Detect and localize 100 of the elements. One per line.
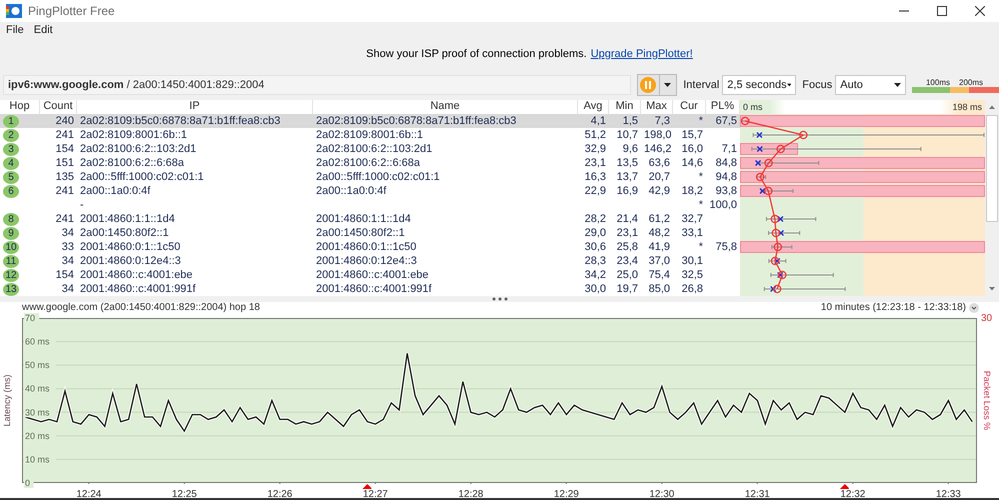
focus-label: Focus <box>802 79 832 91</box>
table-cell-text: 241 <box>54 128 75 142</box>
table-cell-text: 18,2 <box>680 184 704 198</box>
table-cell-text: 23,1 <box>616 226 639 240</box>
hop-badge: 6 <box>3 184 19 198</box>
hop-badge: 11 <box>3 254 19 268</box>
axis-label: 30 <box>981 313 992 324</box>
axis-tick-label: 12:25 <box>172 489 197 498</box>
table-cell-text: 23,4 <box>616 254 639 268</box>
focus-dropdown[interactable]: Auto <box>835 75 906 95</box>
hop-badge: 3 <box>3 142 19 156</box>
average-marker <box>764 158 773 168</box>
table-row[interactable]: 9 34 2a00:1450:80f2::1 2a00:1450:80f2::1 29,0 23,1 48,2 33,1 <box>0 226 985 240</box>
current-marker <box>777 272 784 278</box>
table-cell-text: 2a02:8109:b5c0:6878:8a71:b1ff:fea8:cb3 <box>315 114 518 128</box>
table-cell-text: 2001:4860:0:12e4::3 <box>79 254 182 268</box>
average-marker <box>764 186 773 196</box>
table-cell-text: 151 <box>54 156 75 170</box>
table-cell-text: 154 <box>54 268 75 282</box>
table-row[interactable]: 3 154 2a02:8100:6:2::103:2d1 2a02:8100:6:2::103:2d1 32,9 9,6 146,2 16,0 7,1 <box>0 142 985 156</box>
table-cell-text: 2a00::5fff:1000:c02:c01:1 <box>79 170 205 184</box>
table-row[interactable]: 10 33 2001:4860:0:1::1c50 2001:4860:0:1::1c50 30,6 25,8 41,9 * 75,8 <box>0 240 985 254</box>
table-row[interactable]: - * 100,0 <box>0 198 985 212</box>
hop-badge: 2 <box>3 128 19 142</box>
table-cell-text: 13,5 <box>616 156 639 170</box>
table-cell-text: 2a00::5fff:1000:c02:c01:1 <box>315 170 441 184</box>
time-range-label: 10 minutes (12:23:18 - 12:33:18) <box>820 302 966 313</box>
table-cell-text: 75,4 <box>648 268 671 282</box>
axis-label: 30 ms <box>25 407 50 418</box>
table-cell-text: 2a02:8100:6:2::103:2d1 <box>79 142 198 156</box>
axis-tick-label: 12:28 <box>458 489 484 498</box>
table-cell-text: 13,7 <box>616 170 639 184</box>
axis-title: Latency (ms) <box>2 374 12 426</box>
average-marker <box>770 214 780 224</box>
hop-badge: 13 <box>3 282 19 296</box>
table-cell-text: 241 <box>54 184 75 198</box>
table-row[interactable]: 2 241 2a02:8109:8001:6b::1 2a02:8109:8001:6b::1 51,2 10,7 198,0 15,7 <box>0 128 985 142</box>
axis-label: 198 ms <box>952 101 982 114</box>
axis-label: 10 ms <box>25 454 50 464</box>
maximize-icon <box>937 6 947 16</box>
legend-label: 200ms <box>959 78 984 86</box>
table-cell-text: 146,2 <box>643 142 673 156</box>
table-cell-text: 94,8 <box>714 170 738 184</box>
interval-dropdown[interactable]: 2,5 seconds <box>722 75 796 95</box>
table-cell-text: 2a02:8100:6:2::6:68a <box>79 156 185 170</box>
table-cell-text: 23,1 <box>584 156 607 170</box>
table-cell-text: 29,0 <box>584 226 607 240</box>
table-row[interactable]: 11 34 2001:4860:0:12e4::3 2001:4860:0:12e4::3 28,3 23,4 37,0 30,1 <box>0 254 985 268</box>
dropdown-button[interactable] <box>660 74 678 96</box>
current-marker <box>778 230 784 236</box>
table-row[interactable]: 13 34 2001:4860::c:4001:991f 2001:4860::c:4001:991f 30,0 19,7 85,0 26,8 <box>0 282 985 296</box>
table-cell-text: 25,0 <box>616 268 639 282</box>
latency-range-whisker <box>760 188 794 194</box>
legend-label: 100ms <box>924 78 950 86</box>
average-marker <box>776 144 785 154</box>
average-marker <box>799 130 808 140</box>
table-cell-text: 2a02:8109:b5c0:6878:8a71:b1ff:fea8:cb3 <box>79 114 282 128</box>
table-cell-text: 21,4 <box>616 212 639 226</box>
hop-badge: 5 <box>3 170 19 184</box>
current-marker <box>756 146 763 152</box>
table-cell-text: 85,0 <box>648 282 671 296</box>
table-row[interactable]: 4 151 2a02:8100:6:2::6:68a 2a02:8100:6:2::6:68a 23,1 13,5 63,6 14,6 84,8 <box>0 156 985 170</box>
table-cell-text: 198,0 <box>643 128 673 142</box>
table-cell-text: 41,9 <box>648 240 671 254</box>
current-marker <box>754 160 762 166</box>
splitter-grip-icon[interactable] <box>492 297 508 301</box>
table-row[interactable]: 6 241 2a00::1a0:0:4f 2a00::1a0:0:4f 22,9 16,9 42,9 18,2 93,8 <box>0 184 985 198</box>
close-icon <box>975 6 985 16</box>
table-cell-text: 7,3 <box>654 114 671 128</box>
table-cell-text: 15,7 <box>680 128 704 142</box>
table-cell-text: 67,5 <box>714 114 738 128</box>
table-row[interactable]: 8 241 2001:4860:1:1::1d4 2001:4860:1:1::1d4 28,2 21,4 61,2 32,7 <box>0 212 985 226</box>
app-logo-icon <box>6 4 22 18</box>
average-marker <box>774 242 782 252</box>
table-cell-text: 34 <box>60 226 75 240</box>
table-cell-text: 33 <box>60 240 75 254</box>
table-cell-text: 51,2 <box>584 128 607 142</box>
pause-icon <box>640 77 656 93</box>
menu-item[interactable]: Edit <box>30 24 57 36</box>
target-field[interactable]: ipv6:www.google.com / 2a00:1450:4001:829::2004 <box>3 75 631 95</box>
table-cell-text: 135 <box>54 170 75 184</box>
axis-tick-label: 12:31 <box>744 489 770 498</box>
table-row[interactable]: 12 154 2001:4860::c:4001:ebe 2001:4860::c:4001:ebe 34,2 25,0 75,4 32,5 <box>0 268 985 282</box>
hop-badge: 1 <box>3 114 19 128</box>
axis-label: 60 ms <box>25 336 50 347</box>
table-cell-text: 32,5 <box>680 268 704 282</box>
upgrade-link[interactable]: Upgrade PingPlotter! <box>590 48 693 60</box>
axis-label: 70 <box>25 313 36 323</box>
table-cell-text: 22,9 <box>584 184 607 198</box>
table-cell-text: 2a00::1a0:0:4f <box>315 184 388 198</box>
table-row[interactable]: 5 135 2a00::5fff:1000:c02:c01:1 2a00::5fff:1000:c02:c01:1 16,3 13,7 20,7 * 94,8 <box>0 170 985 184</box>
table-cell-text: 28,3 <box>584 254 607 268</box>
chevron-down-icon[interactable] <box>969 302 979 312</box>
caret-icon <box>664 83 672 87</box>
menu-item[interactable]: File <box>2 24 28 36</box>
latency-range-whisker <box>770 272 834 278</box>
caret-icon <box>894 83 901 87</box>
table-row[interactable]: 1 240 2a02:8109:b5c0:6878:8a71:b1ff:fea8:cb3 2a02:8109:b5c0:6878:8a71:b1ff:fea8:cb3 4,1 1,5 7,3 * 67,5 <box>0 114 985 128</box>
window-title: PingPlotter Free <box>28 4 116 18</box>
table-cell-text: 48,2 <box>648 226 671 240</box>
